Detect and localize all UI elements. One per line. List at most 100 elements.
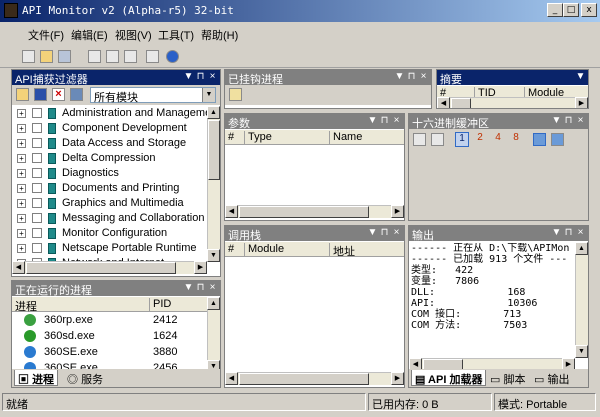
close-button[interactable]: x — [581, 3, 597, 17]
process-vscroll[interactable]: ▲ ▼ — [207, 297, 220, 373]
pin-icon[interactable]: ⊓ — [563, 227, 574, 238]
tab-output[interactable]: ▭ 输出 — [531, 370, 572, 386]
scroll-right-icon[interactable]: ▶ — [194, 261, 207, 274]
scroll-up-icon[interactable]: ▲ — [207, 106, 220, 119]
column-number[interactable]: # — [225, 243, 245, 257]
list-item[interactable]: + Delta Compression — [12, 151, 208, 166]
close-icon[interactable]: × — [207, 282, 218, 293]
paste-icon[interactable] — [124, 50, 137, 63]
save-icon[interactable] — [58, 50, 71, 63]
scroll-down-icon[interactable]: ▼ — [575, 345, 588, 358]
menu-edit[interactable]: 编辑(E) — [71, 27, 108, 43]
dropdown-arrow-icon[interactable]: ▼ — [183, 71, 194, 82]
copy-icon[interactable] — [106, 50, 119, 63]
checkbox[interactable] — [32, 168, 42, 178]
close-icon[interactable]: × — [575, 227, 586, 238]
list-item[interactable]: + Administration and Management — [12, 106, 208, 121]
menu-tools[interactable]: 工具(T) — [158, 27, 194, 43]
scroll-down-icon[interactable]: ▼ — [207, 249, 220, 262]
tab-services[interactable]: ◎ 服务 — [64, 370, 106, 386]
scroll-thumb[interactable] — [239, 373, 369, 385]
scroll-thumb[interactable] — [239, 206, 369, 218]
table-row[interactable]: 360rp.exe 2412 — [12, 313, 208, 328]
scroll-left-icon[interactable]: ◀ — [12, 261, 25, 274]
checkbox[interactable] — [32, 153, 42, 163]
table-row[interactable]: 360SE.exe 3880 — [12, 345, 208, 360]
dropdown-arrow-icon[interactable]: ▼ — [551, 115, 562, 126]
column-name[interactable]: Name — [330, 131, 404, 145]
expand-icon[interactable]: + — [17, 169, 26, 178]
menu-help[interactable]: 帮助(H) — [201, 27, 238, 43]
checkbox[interactable] — [32, 213, 42, 223]
expand-icon[interactable]: + — [17, 154, 26, 163]
cut-icon[interactable] — [88, 50, 101, 63]
scroll-left-icon[interactable]: ◀ — [225, 205, 238, 218]
summary-hscroll[interactable]: ◀ ▶ — [437, 97, 588, 108]
binoculars-icon[interactable] — [70, 88, 83, 101]
list-item[interactable]: + Data Access and Storage — [12, 136, 208, 151]
close-icon[interactable]: × — [391, 227, 402, 238]
scroll-left-icon[interactable]: ◀ — [225, 372, 238, 385]
expand-icon[interactable]: + — [17, 244, 26, 253]
checkbox[interactable] — [32, 183, 42, 193]
list-item[interactable]: + Netscape Portable Runtime — [12, 241, 208, 256]
pin-icon[interactable]: ⊓ — [195, 71, 206, 82]
close-icon[interactable]: × — [575, 115, 586, 126]
minimize-button[interactable]: _ — [547, 3, 563, 17]
scroll-left-icon[interactable]: ◀ — [437, 97, 450, 108]
column-module[interactable]: Module — [245, 243, 330, 257]
expand-icon[interactable]: + — [17, 214, 26, 223]
dropdown-arrow-icon[interactable]: ▼ — [367, 115, 378, 126]
expand-icon[interactable]: + — [17, 199, 26, 208]
list-item[interactable]: + Component Development — [12, 121, 208, 136]
scroll-right-icon[interactable]: ▶ — [391, 372, 404, 385]
list-item[interactable]: + Messaging and Collaboration — [12, 211, 208, 226]
dropdown-arrow-icon[interactable]: ▼ — [367, 227, 378, 238]
expand-icon[interactable]: + — [17, 139, 26, 148]
output-vscroll[interactable]: ▲ ▼ — [575, 242, 588, 358]
new-icon[interactable] — [22, 50, 35, 63]
checkbox[interactable] — [32, 228, 42, 238]
print-icon[interactable] — [146, 50, 159, 63]
expand-icon[interactable]: + — [17, 184, 26, 193]
process-icon[interactable] — [229, 88, 242, 101]
output-text[interactable]: ------ 正在从 D:\下载\APIMon ------ 已加载 913 个文… — [411, 243, 575, 357]
byte-width-8-button[interactable]: 8 — [509, 132, 523, 147]
params-hscroll[interactable]: ◀ ▶ — [225, 205, 404, 218]
pin-icon[interactable]: ⊓ — [379, 115, 390, 126]
scroll-thumb[interactable] — [26, 262, 176, 274]
scroll-thumb[interactable] — [451, 98, 471, 108]
arrow-right-icon[interactable] — [551, 133, 564, 146]
menu-view[interactable]: 视图(V) — [115, 27, 152, 43]
close-icon[interactable]: × — [391, 115, 402, 126]
checkbox[interactable] — [32, 123, 42, 133]
scroll-right-icon[interactable]: ▶ — [575, 97, 588, 108]
save-icon[interactable] — [34, 88, 47, 101]
filter-vscroll[interactable]: ▲ ▼ — [207, 106, 220, 262]
expand-icon[interactable]: + — [17, 124, 26, 133]
open-icon[interactable] — [40, 50, 53, 63]
save-icon[interactable] — [413, 133, 426, 146]
checkbox[interactable] — [32, 198, 42, 208]
list-item[interactable]: + Diagnostics — [12, 166, 208, 181]
pin-icon[interactable]: ⊓ — [379, 227, 390, 238]
maximize-button[interactable]: □ — [563, 3, 579, 17]
scroll-up-icon[interactable]: ▲ — [575, 242, 588, 255]
column-address[interactable]: 地址 — [330, 243, 404, 258]
dropdown-arrow-icon[interactable]: ▼ — [183, 282, 194, 293]
copy-icon[interactable] — [431, 133, 444, 146]
tab-processes[interactable]: ▣ 进程 — [14, 370, 59, 386]
chevron-down-icon[interactable]: ▼ — [202, 88, 215, 102]
byte-width-4-button[interactable]: 4 — [491, 132, 505, 147]
pin-icon[interactable]: ⊓ — [195, 282, 206, 293]
tab-script[interactable]: ▭ 脚本 — [487, 370, 528, 386]
tab-api-loader[interactable]: ▤ API 加载器 — [411, 370, 487, 386]
column-number[interactable]: # — [225, 131, 245, 145]
module-select[interactable]: 所有模块 ▼ — [90, 87, 216, 104]
pin-icon[interactable]: ⊓ — [406, 71, 417, 82]
scroll-up-icon[interactable]: ▲ — [207, 297, 220, 310]
list-item[interactable]: + Graphics and Multimedia — [12, 196, 208, 211]
dropdown-arrow-icon[interactable]: ▼ — [575, 71, 586, 82]
column-type[interactable]: Type — [245, 131, 330, 145]
scroll-right-icon[interactable]: ▶ — [391, 205, 404, 218]
